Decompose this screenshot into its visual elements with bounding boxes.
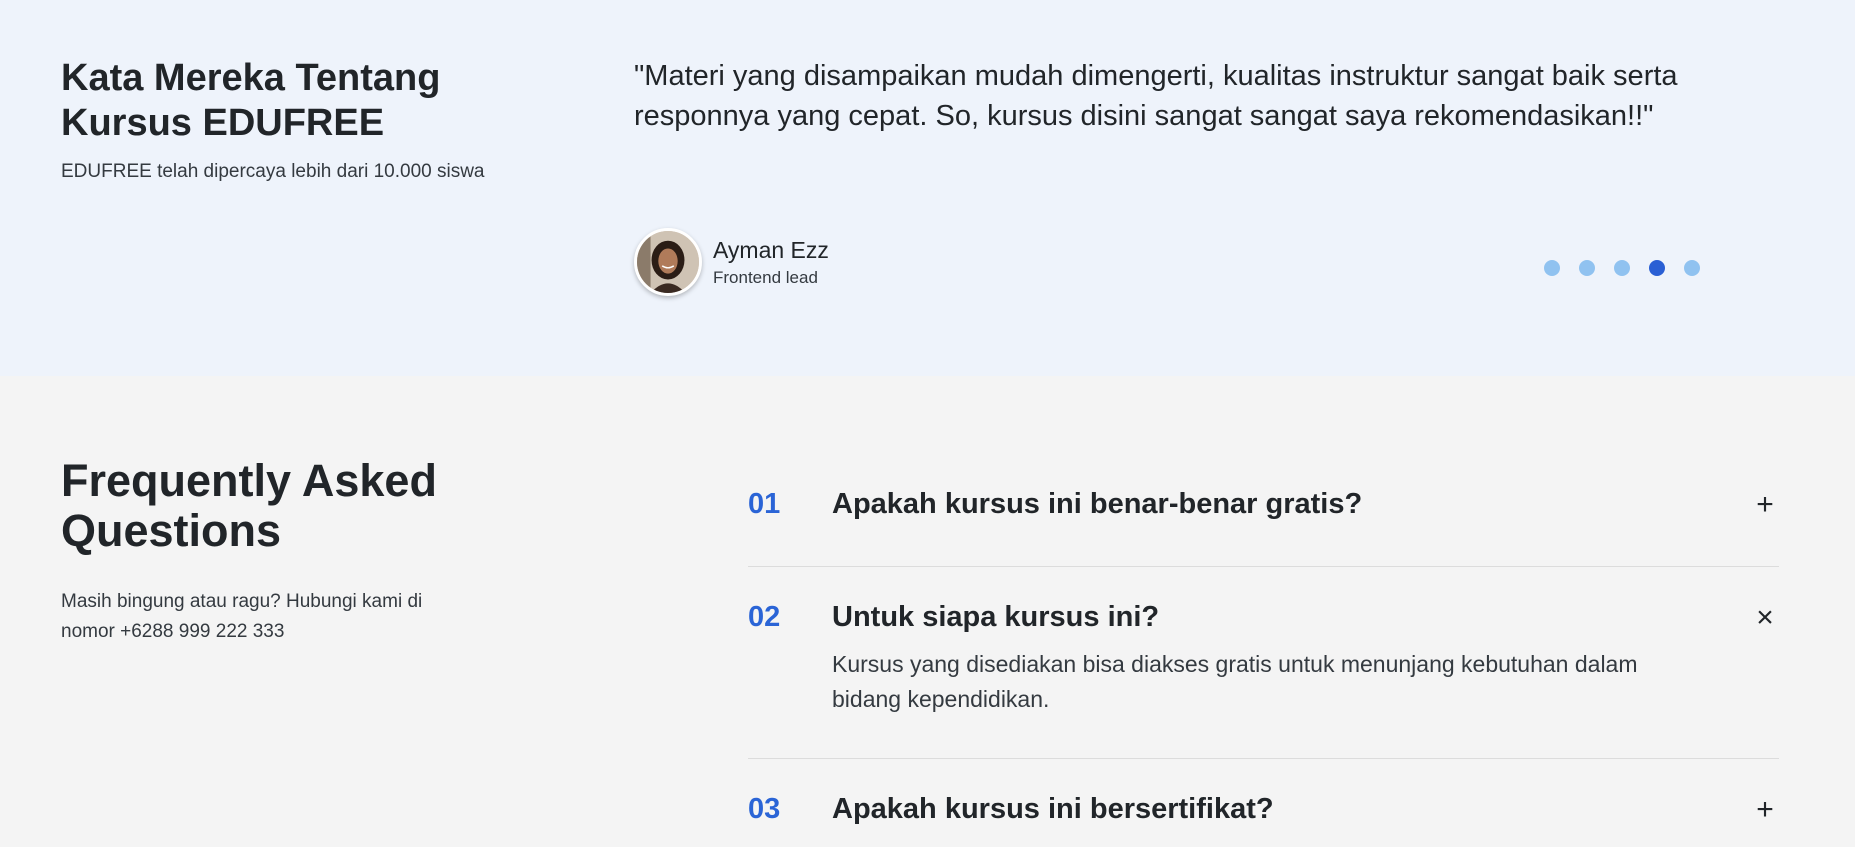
testimonial-quote: "Materi yang disampaikan mudah dimengert… — [634, 60, 1678, 132]
avatar-photo — [637, 231, 699, 293]
faq-question[interactable]: Apakah kursus ini bersertifikat? — [832, 793, 1274, 826]
faq-section: Frequently Asked Questions Masih bingung… — [0, 376, 1855, 847]
faq-item[interactable]: 01 Apakah kursus ini benar-benar gratis?… — [748, 376, 1779, 567]
carousel-dot[interactable] — [1684, 260, 1700, 276]
faq-item[interactable]: 02 Untuk siapa kursus ini? × Kursus yang… — [748, 567, 1779, 759]
carousel-dot[interactable] — [1614, 260, 1630, 276]
avatar — [634, 228, 702, 296]
faq-number: 01 — [748, 488, 781, 520]
carousel-indicators — [1544, 260, 1719, 276]
faq-subtitle: Masih bingung atau ragu? Hubungi kami di… — [61, 591, 423, 642]
carousel-dot[interactable] — [1579, 260, 1595, 276]
faq-number: 02 — [748, 601, 781, 633]
close-icon[interactable]: × — [1751, 603, 1779, 633]
author-name: Ayman Ezz — [713, 237, 829, 263]
testimonial-subheading: EDUFREE telah dipercaya lebih dari 10.00… — [61, 161, 485, 182]
faq-question[interactable]: Untuk siapa kursus ini? — [832, 601, 1159, 634]
testimonial-author: Ayman Ezz Frontend lead — [634, 228, 829, 296]
testimonial-heading: Kata Mereka Tentang Kursus EDUFREE — [61, 57, 441, 144]
plus-icon[interactable]: + — [1751, 795, 1779, 825]
faq-number: 03 — [748, 793, 781, 825]
carousel-dot[interactable] — [1544, 260, 1560, 276]
author-role: Frontend lead — [713, 268, 818, 287]
faq-item[interactable]: 03 Apakah kursus ini bersertifikat? + — [748, 759, 1779, 847]
carousel-dot[interactable] — [1649, 260, 1665, 276]
faq-question[interactable]: Apakah kursus ini benar-benar gratis? — [832, 488, 1362, 521]
faq-title: Frequently Asked Questions — [61, 455, 437, 556]
plus-icon[interactable]: + — [1751, 490, 1779, 520]
faq-answer: Kursus yang disediakan bisa diakses grat… — [832, 651, 1638, 712]
author-info: Ayman Ezz Frontend lead — [713, 236, 829, 288]
testimonial-section: Kata Mereka Tentang Kursus EDUFREE EDUFR… — [0, 0, 1855, 376]
